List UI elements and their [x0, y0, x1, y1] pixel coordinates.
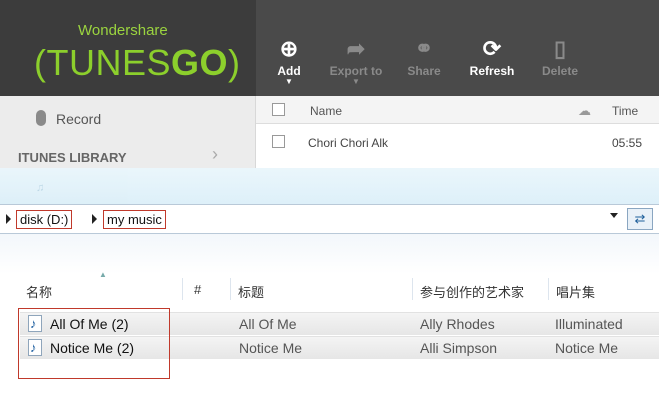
nav-section-itunes-library[interactable]: ITUNES LIBRARY: [18, 150, 127, 165]
column-artist[interactable]: 参与创作的艺术家: [420, 282, 524, 301]
share-button[interactable]: ⚭ Share: [392, 34, 456, 78]
delete-button[interactable]: ▯ Delete: [528, 34, 592, 78]
selection-highlight: [18, 308, 170, 379]
file-artist: Ally Rhodes: [420, 316, 495, 332]
file-list-header: 名称 # 标题 参与创作的艺术家 唱片集: [0, 276, 659, 302]
song-table-header: Name ☁ Time: [256, 96, 659, 124]
overlay-band: ♫: [0, 168, 659, 206]
file-artist: Alli Simpson: [420, 340, 498, 356]
breadcrumb-arrow-icon[interactable]: [6, 214, 11, 224]
microphone-icon: [36, 110, 46, 126]
column-title[interactable]: 标题: [238, 282, 264, 301]
ghost-music-icon: ♫: [36, 182, 45, 194]
file-album: Notice Me: [555, 340, 619, 356]
plus-circle-icon: ⊕: [279, 36, 299, 61]
column-time[interactable]: Time: [612, 104, 638, 118]
refresh-button[interactable]: ⟳ Refresh: [460, 34, 524, 78]
song-time: 05:55: [612, 136, 643, 150]
table-row[interactable]: Chori Chori Alk 05:55: [256, 126, 659, 158]
breadcrumb-my-music[interactable]: my music: [103, 210, 166, 229]
add-button[interactable]: ⊕ Add ▼: [257, 34, 321, 86]
select-all-checkbox[interactable]: [272, 103, 285, 116]
export-icon: ➦: [346, 36, 366, 61]
column-name[interactable]: Name: [310, 104, 342, 118]
export-to-button[interactable]: ➦ Export to ▼: [324, 34, 388, 86]
file-album: Illuminated: [555, 316, 623, 332]
column-divider: [182, 278, 183, 300]
app-header: Wondershare (TUNESGO) ⊕ Add ▼ ➦ Export t…: [0, 0, 659, 96]
trash-icon: ▯: [553, 36, 567, 61]
address-dropdown-icon[interactable]: [610, 213, 618, 218]
brand-product: (TUNESGO): [34, 42, 241, 83]
column-divider: [412, 278, 413, 300]
refresh-icon: ⇄: [634, 211, 646, 226]
breadcrumb-disk[interactable]: disk (D:): [16, 210, 73, 229]
refresh-icon: ⟳: [482, 36, 502, 61]
toolbar: ⊕ Add ▼ ➦ Export to ▼ ⚭ Share ⟳ Refresh …: [256, 0, 659, 96]
breadcrumb-arrow-icon[interactable]: [92, 214, 97, 224]
chevron-down-icon: ▼: [352, 77, 360, 86]
song-name: Chori Chori Alk: [308, 136, 389, 150]
chevron-right-icon[interactable]: ›: [212, 144, 218, 165]
address-bar[interactable]: disk (D:) my music ⇄: [0, 204, 659, 234]
chevron-down-icon: ▼: [285, 77, 293, 86]
brand-vendor: Wondershare: [78, 22, 168, 39]
cloud-icon: ☁: [578, 103, 591, 118]
row-checkbox[interactable]: [272, 135, 285, 148]
left-nav: Record ITUNES LIBRARY ›: [0, 96, 256, 168]
nav-item-record[interactable]: Record: [36, 110, 101, 127]
share-icon: ⚭: [414, 36, 434, 61]
song-table: Name ☁ Time Chori Chori Alk 05:55: [256, 96, 659, 168]
column-filename[interactable]: 名称: [26, 282, 52, 301]
address-refresh-button[interactable]: ⇄: [627, 208, 653, 230]
file-title: Notice Me: [239, 340, 303, 356]
file-title: All Of Me: [239, 316, 297, 332]
column-divider: [548, 278, 549, 300]
column-album[interactable]: 唱片集: [556, 282, 595, 301]
tunesgo-logo: Wondershare (TUNESGO): [0, 0, 256, 96]
column-divider: [230, 278, 231, 300]
column-track-number[interactable]: #: [194, 282, 201, 297]
